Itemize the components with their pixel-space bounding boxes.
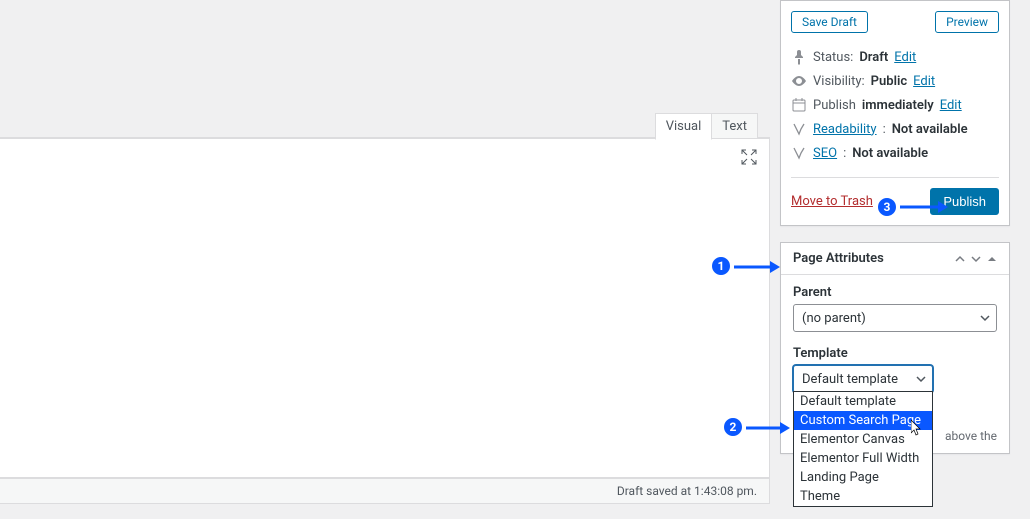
page-attributes-metabox: Page Attributes Parent (no parent) <box>780 242 1010 454</box>
seo-row: SEO: Not available <box>791 141 999 165</box>
readability-link[interactable]: Readability <box>813 122 877 137</box>
step-badge-2: 2 <box>722 416 744 438</box>
parent-value: (no parent) <box>802 311 866 326</box>
yoast-icon <box>791 145 807 161</box>
page-attributes-header[interactable]: Page Attributes <box>781 243 1009 275</box>
template-option-landing-page[interactable]: Landing Page <box>794 468 932 487</box>
mouse-cursor-icon <box>911 420 922 436</box>
arrow-icon <box>900 198 948 216</box>
publish-row: Publish immediately Edit <box>791 93 999 117</box>
step-badge-1: 1 <box>710 255 732 277</box>
status-value: Draft <box>859 50 888 65</box>
save-draft-button[interactable]: Save Draft <box>791 11 868 33</box>
readability-row: Readability: Not available <box>791 117 999 141</box>
template-option-default[interactable]: Default template <box>794 392 932 411</box>
pin-icon <box>791 49 807 65</box>
status-row: Status: Draft Edit <box>791 45 999 69</box>
parent-label: Parent <box>793 285 997 300</box>
parent-select[interactable]: (no parent) <box>793 304 997 332</box>
readability-value: Not available <box>892 122 968 137</box>
editor-mode-tabs: Visual Text <box>655 113 758 140</box>
sidebar: Save Draft Preview Status: Draft Edit Vi… <box>780 0 1010 470</box>
template-select[interactable]: Default template <box>793 365 933 393</box>
visibility-edit-link[interactable]: Edit <box>913 74 935 89</box>
seo-value: Not available <box>852 146 928 161</box>
eye-icon <box>791 73 807 89</box>
status-label: Status: <box>813 50 853 65</box>
chevron-down-icon <box>916 374 926 384</box>
helper-text: above the <box>945 429 997 443</box>
template-dropdown: Default template Custom Search Page Elem… <box>793 391 933 507</box>
draft-saved-text: Draft saved at 1:43:08 pm. <box>617 484 757 498</box>
template-value: Default template <box>802 372 898 387</box>
visibility-label: Visibility: <box>813 74 865 89</box>
visibility-value: Public <box>871 74 907 89</box>
template-label: Template <box>793 346 997 361</box>
calendar-icon <box>791 97 807 113</box>
collapse-icon[interactable] <box>987 254 997 264</box>
step-badge-3: 3 <box>876 196 898 218</box>
fullscreen-icon[interactable] <box>739 147 759 167</box>
publish-metabox: Save Draft Preview Status: Draft Edit Vi… <box>780 0 1010 226</box>
publish-value: immediately <box>862 98 934 113</box>
yoast-icon <box>791 121 807 137</box>
arrow-icon <box>746 419 790 437</box>
publish-label: Publish <box>813 98 856 113</box>
move-up-icon[interactable] <box>955 254 965 264</box>
page-attributes-title: Page Attributes <box>793 251 884 266</box>
editor-status-bar: Draft saved at 1:43:08 pm. <box>0 478 770 504</box>
tab-text[interactable]: Text <box>712 113 758 140</box>
preview-button[interactable]: Preview <box>935 11 999 33</box>
move-to-trash-link[interactable]: Move to Trash <box>791 194 873 209</box>
status-edit-link[interactable]: Edit <box>894 50 916 65</box>
arrow-icon <box>734 258 780 276</box>
move-down-icon[interactable] <box>971 254 981 264</box>
template-option-elementor-full-width[interactable]: Elementor Full Width <box>794 449 932 468</box>
visibility-row: Visibility: Public Edit <box>791 69 999 93</box>
chevron-down-icon <box>980 313 990 323</box>
seo-link[interactable]: SEO <box>813 146 837 161</box>
editor-area: Visual Text Draft saved at 1:43:08 pm. <box>0 0 770 519</box>
template-option-theme[interactable]: Theme <box>794 487 932 506</box>
tab-visual[interactable]: Visual <box>655 113 713 140</box>
editor-body[interactable] <box>0 138 770 478</box>
publish-edit-link[interactable]: Edit <box>940 98 962 113</box>
metabox-controls <box>955 254 997 264</box>
